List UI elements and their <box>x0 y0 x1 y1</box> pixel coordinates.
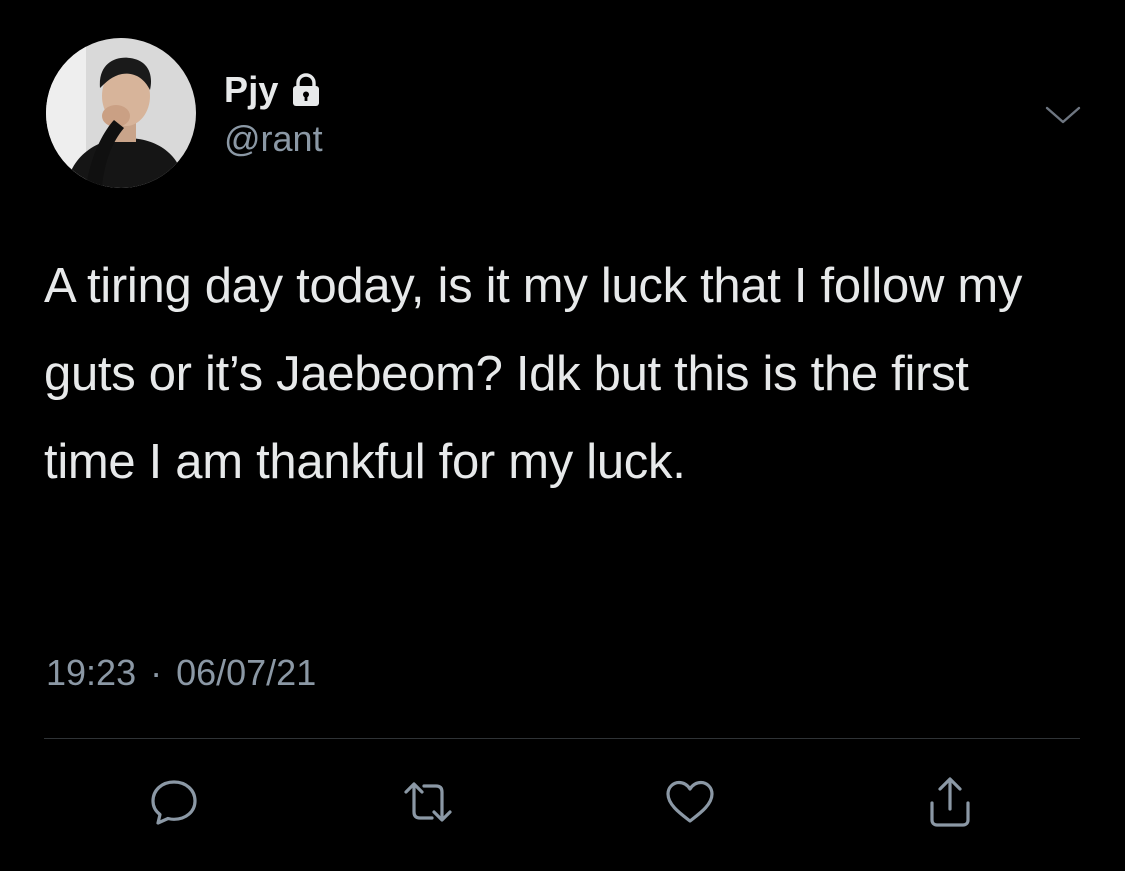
share-button[interactable] <box>918 770 982 834</box>
tweet-actions <box>0 770 1125 840</box>
like-button[interactable] <box>658 770 722 834</box>
share-icon <box>930 777 970 827</box>
author-name-row: Pjy <box>224 69 321 111</box>
avatar-image <box>46 38 196 188</box>
retweet-button[interactable] <box>396 770 460 834</box>
reply-button[interactable] <box>142 770 206 834</box>
author-handle[interactable]: @rant <box>224 118 323 160</box>
tweet-card: Pjy @rant A tiring day today, is it my l… <box>0 0 1125 871</box>
divider <box>44 738 1080 739</box>
retweet-icon <box>404 782 452 822</box>
tweet-time: 19:23 <box>46 652 137 693</box>
avatar[interactable] <box>46 38 196 188</box>
meta-separator: · <box>150 652 163 693</box>
chevron-down-icon <box>1045 106 1081 124</box>
tweet-text: A tiring day today, is it my luck that I… <box>44 259 1023 489</box>
tweet-date: 06/07/21 <box>176 652 317 693</box>
heart-icon <box>666 780 714 823</box>
comment-icon <box>151 780 197 825</box>
author-display-name[interactable]: Pjy <box>224 69 279 111</box>
tweet-menu-button[interactable] <box>1038 95 1088 135</box>
tweet-timestamp[interactable]: 19:23 · 06/07/21 <box>46 652 316 694</box>
lock-icon <box>291 73 321 107</box>
